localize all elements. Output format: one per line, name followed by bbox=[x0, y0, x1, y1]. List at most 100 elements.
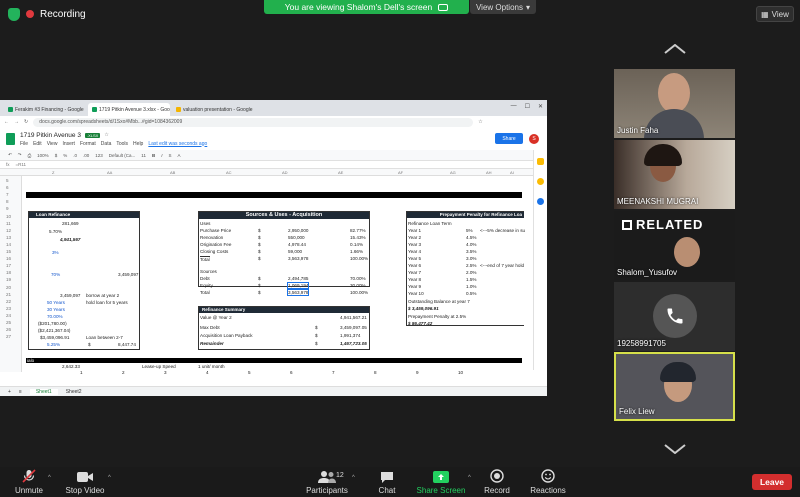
cell[interactable]: 1,991,374 bbox=[340, 333, 360, 338]
cell[interactable]: $ bbox=[258, 290, 261, 295]
share-screen-button[interactable]: Share Screen bbox=[416, 467, 466, 497]
all-sheets-icon[interactable]: ≡ bbox=[19, 389, 22, 395]
decimal-increase[interactable]: .00 bbox=[83, 153, 89, 158]
browser-tab[interactable]: Ferakim #3 Financing - Google bbox=[4, 103, 86, 116]
sheet-tab-1[interactable]: Sheet1 bbox=[29, 388, 58, 395]
browser-tab[interactable]: valuation presentation - Google bbox=[172, 103, 254, 116]
sheets-logo-icon[interactable] bbox=[6, 133, 15, 145]
calendar-icon[interactable] bbox=[537, 158, 544, 165]
cell[interactable]: $ bbox=[315, 325, 318, 330]
cell[interactable]: $ bbox=[315, 333, 318, 338]
share-button[interactable]: Share bbox=[495, 133, 523, 144]
menu-data[interactable]: Data bbox=[101, 141, 112, 147]
cell[interactable]: 70.00% bbox=[47, 314, 63, 319]
view-options-button[interactable]: View Options ▾ bbox=[470, 0, 536, 14]
cell[interactable]: 281,669 bbox=[62, 221, 79, 226]
chevron-up-icon[interactable]: ^ bbox=[108, 475, 111, 481]
chevron-down-icon[interactable] bbox=[664, 444, 686, 454]
participant-tile-active-speaker[interactable]: Felix Liew bbox=[614, 352, 735, 421]
leave-button[interactable]: Leave bbox=[752, 474, 792, 490]
cell[interactable]: 1,467,723.05 bbox=[340, 341, 367, 346]
cell[interactable]: Lease-up Speed bbox=[142, 364, 176, 369]
print-icon[interactable]: ⎙ bbox=[28, 153, 32, 158]
cell[interactable]: ialo bbox=[27, 358, 34, 363]
security-shield-icon[interactable] bbox=[8, 7, 20, 21]
italic-button[interactable]: I bbox=[161, 153, 162, 158]
cell[interactable]: Total bbox=[200, 256, 210, 262]
cell[interactable]: Origination Fee bbox=[200, 242, 231, 247]
menu-view[interactable]: View bbox=[47, 141, 58, 147]
cell[interactable]: 1 bbox=[80, 370, 83, 375]
participant-tile[interactable]: 19258991705 bbox=[614, 282, 735, 351]
column-header[interactable]: AI bbox=[510, 170, 514, 175]
cell[interactable]: 8,447.74 bbox=[118, 342, 136, 347]
cell[interactable]: Closing Costs bbox=[200, 249, 228, 254]
url-input[interactable]: docs.google.com/spreadsheets/d/1Sxo#Mbb.… bbox=[33, 117, 474, 127]
menu-format[interactable]: Format bbox=[80, 141, 96, 147]
chevron-up-icon[interactable]: ^ bbox=[352, 475, 355, 481]
row-number[interactable]: 5 bbox=[6, 178, 9, 183]
cell[interactable]: Year 9 bbox=[408, 284, 421, 289]
cell[interactable]: ($2,421,367.04) bbox=[38, 328, 70, 333]
cell[interactable]: Purchase Price bbox=[200, 228, 231, 233]
reload-icon[interactable]: ↻ bbox=[24, 119, 28, 125]
cell[interactable]: 4.0% bbox=[466, 242, 476, 247]
cell[interactable]: 3,459,097 bbox=[60, 293, 80, 298]
column-header[interactable]: Z bbox=[52, 170, 54, 175]
column-header[interactable]: AB bbox=[170, 170, 175, 175]
cell[interactable]: 1.0% bbox=[466, 284, 476, 289]
cell[interactable]: 0.5% bbox=[466, 291, 476, 296]
cell[interactable]: 9 bbox=[416, 370, 419, 375]
cell[interactable]: $ 3,459,096.91 bbox=[408, 306, 439, 311]
row-number[interactable]: 6 bbox=[6, 185, 9, 190]
cell[interactable]: Remainder bbox=[200, 341, 224, 346]
cell[interactable]: 5.25% bbox=[47, 342, 60, 347]
currency-format[interactable]: $ bbox=[55, 153, 58, 158]
cell[interactable]: Year 8 bbox=[408, 277, 421, 282]
keep-icon[interactable] bbox=[537, 178, 544, 185]
column-header[interactable]: AH bbox=[486, 170, 492, 175]
menu-insert[interactable]: Insert bbox=[62, 141, 75, 147]
view-button[interactable]: ▦ View bbox=[756, 6, 794, 22]
cell[interactable]: Sources bbox=[200, 269, 217, 274]
cell[interactable]: <---5% decrease in su bbox=[480, 228, 525, 233]
cell[interactable]: Total bbox=[200, 290, 210, 295]
record-button[interactable]: Record bbox=[482, 467, 512, 497]
row-number[interactable]: 7 bbox=[6, 192, 9, 197]
cell[interactable]: Outstanding Balance at year 7 bbox=[408, 299, 470, 304]
cell[interactable]: 70% bbox=[51, 272, 60, 277]
row-number[interactable]: 8 bbox=[6, 199, 9, 204]
cell[interactable]: 30.00% bbox=[350, 283, 366, 288]
formula-bar[interactable]: fx =R11 bbox=[0, 161, 547, 169]
tasks-icon[interactable] bbox=[537, 198, 544, 205]
back-icon[interactable]: ← bbox=[4, 119, 9, 125]
cell[interactable]: $ bbox=[258, 256, 261, 261]
cell[interactable]: 3% bbox=[52, 250, 59, 255]
cell[interactable]: 3.0% bbox=[466, 256, 476, 261]
cell[interactable]: 6 bbox=[290, 370, 293, 375]
cell[interactable]: Loan between 2-7 bbox=[86, 335, 123, 340]
row-number[interactable]: 20 bbox=[6, 285, 11, 290]
browser-tab-active[interactable]: 1719 Pitkin Avenue 3.xlsx - Goo bbox=[88, 103, 170, 116]
cell[interactable]: 4,941,567.21 bbox=[340, 315, 367, 320]
cell[interactable]: $ bbox=[258, 242, 261, 247]
cell[interactable]: 4 bbox=[206, 370, 209, 375]
star-icon[interactable]: ☆ bbox=[478, 119, 482, 125]
cell[interactable]: $ bbox=[258, 276, 261, 281]
doc-title[interactable]: 1719 Pitkin Avenue 3 bbox=[20, 132, 81, 139]
column-header[interactable]: AC bbox=[226, 170, 232, 175]
chevron-up-icon[interactable] bbox=[664, 44, 686, 54]
cell[interactable]: <---end of 7 year hold bbox=[480, 263, 524, 268]
cell[interactable]: 30 Years bbox=[47, 307, 65, 312]
row-number[interactable]: 12 bbox=[6, 228, 11, 233]
cell[interactable]: 2,494,785 bbox=[288, 276, 308, 281]
cell[interactable]: 5 bbox=[248, 370, 251, 375]
cell[interactable]: 3,563,978 bbox=[288, 256, 308, 261]
shared-screen[interactable]: Ferakim #3 Financing - Google 1719 Pitki… bbox=[0, 100, 547, 396]
cell[interactable]: 2 bbox=[122, 370, 125, 375]
undo-icon[interactable]: ↶ bbox=[8, 152, 12, 158]
cell[interactable]: $ bbox=[315, 341, 318, 346]
minimize-icon[interactable]: — bbox=[511, 103, 517, 110]
cell[interactable]: 4.5% bbox=[466, 235, 476, 240]
row-number[interactable]: 13 bbox=[6, 235, 11, 240]
